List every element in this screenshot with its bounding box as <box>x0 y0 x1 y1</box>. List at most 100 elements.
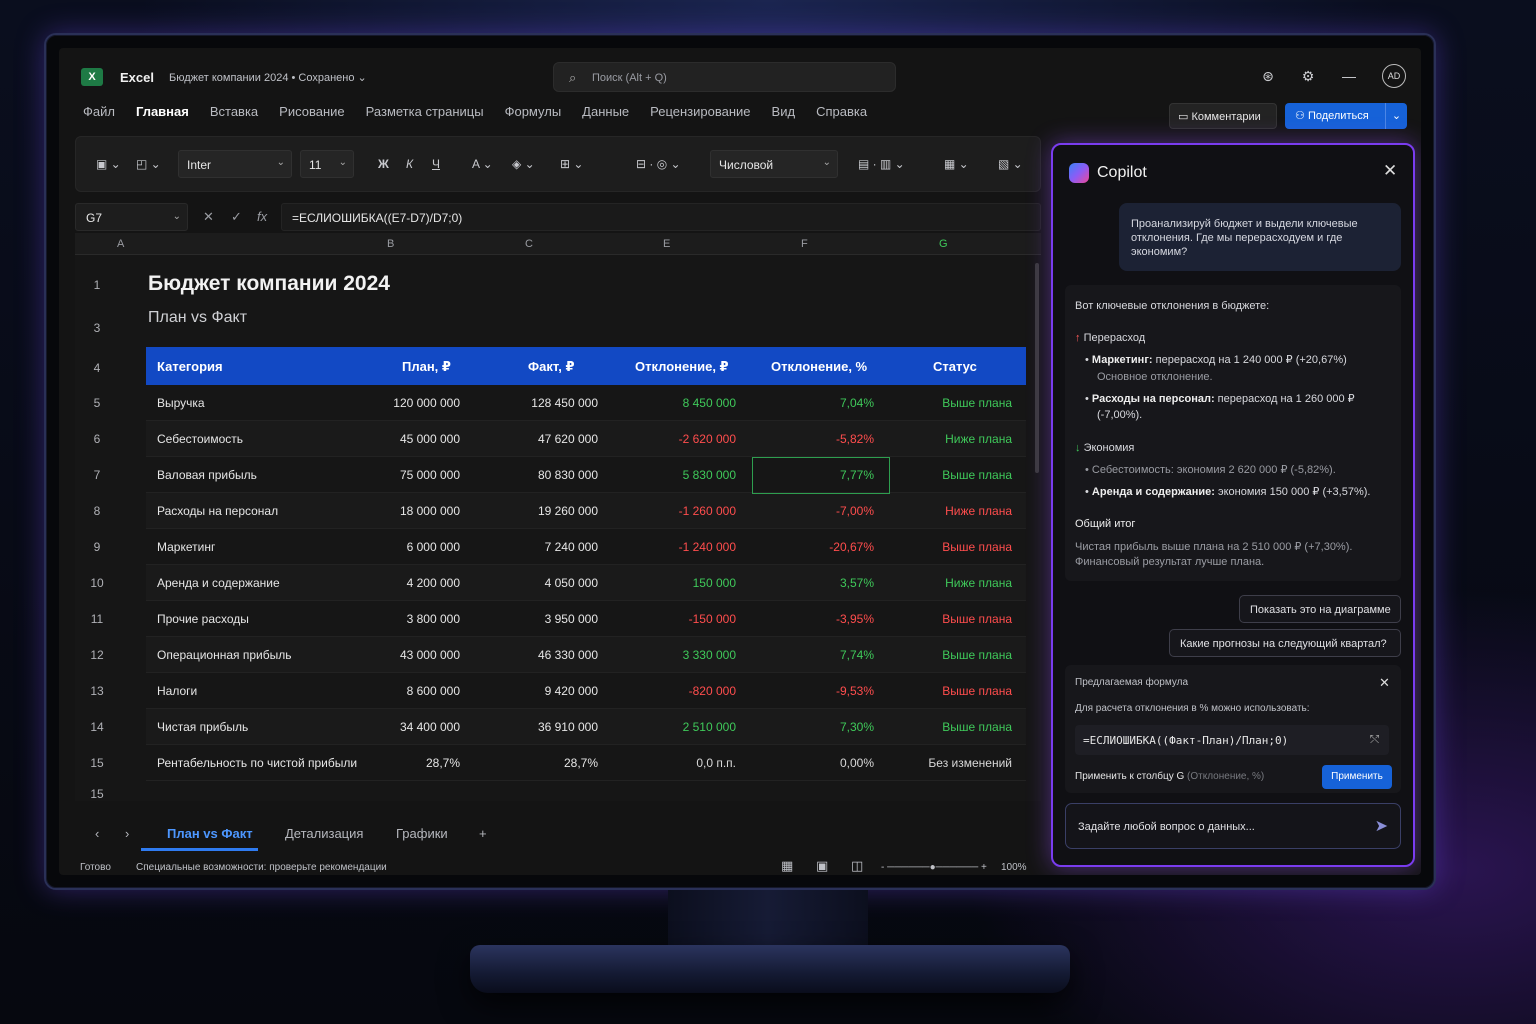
next-sheet-icon[interactable]: › <box>125 826 129 841</box>
cell-pct[interactable]: -9,53% <box>836 684 874 698</box>
cell-cat[interactable]: Чистая прибыль <box>157 720 248 734</box>
column-header-selected[interactable]: G <box>939 238 948 250</box>
page-break-view-icon[interactable]: ◫ <box>851 858 863 874</box>
cell-plan[interactable]: 6 000 000 <box>407 540 460 554</box>
font-family-select[interactable]: Inter ⌄ <box>178 150 292 178</box>
row-number[interactable]: 13 <box>75 684 119 698</box>
cell-cat[interactable]: Расходы на персонал <box>157 504 278 518</box>
cell-fact[interactable]: 128 450 000 <box>531 396 598 410</box>
row-number[interactable]: 9 <box>75 540 119 554</box>
tab-draw[interactable]: Рисование <box>279 104 344 132</box>
suggestion-show-chart[interactable]: Показать это на диаграмме <box>1239 595 1401 623</box>
cell-fact[interactable]: 7 240 000 <box>545 540 598 554</box>
cell-cat[interactable]: Себестоимость <box>157 432 243 446</box>
tab-insert[interactable]: Вставка <box>210 104 258 132</box>
cell-fact[interactable]: 4 050 000 <box>545 576 598 590</box>
cell-cat[interactable]: Валовая прибыль <box>157 468 257 482</box>
cell-fact[interactable]: 36 910 000 <box>538 720 598 734</box>
sheet-subtitle[interactable]: План vs Факт <box>148 309 247 327</box>
selected-cell-G7[interactable] <box>752 457 890 494</box>
row-number[interactable]: 5 <box>75 396 119 410</box>
settings-gear-icon[interactable]: ⚙ <box>1297 68 1319 88</box>
zoom-level[interactable]: 100% <box>1001 862 1027 873</box>
confirm-check-icon[interactable]: ✓ <box>231 209 242 225</box>
cell-dev[interactable]: 150 000 <box>693 576 736 590</box>
row-number[interactable]: 11 <box>75 612 119 626</box>
cell-dev[interactable]: -150 000 <box>689 612 736 626</box>
cell-plan[interactable]: 34 400 000 <box>400 720 460 734</box>
cell-status[interactable]: Выше плана <box>942 648 1012 662</box>
cell-plan[interactable]: 3 800 000 <box>407 612 460 626</box>
cell-status[interactable]: Выше плана <box>942 540 1012 554</box>
cancel-icon[interactable]: ✕ <box>203 209 214 225</box>
tab-help[interactable]: Справка <box>816 104 867 132</box>
column-header[interactable]: C <box>525 238 533 250</box>
sheet-tab-details[interactable]: Детализация <box>285 826 363 841</box>
cell-cat[interactable]: Налоги <box>157 684 197 698</box>
row-number[interactable]: 10 <box>75 576 119 590</box>
cell-plan[interactable]: 4 200 000 <box>407 576 460 590</box>
send-icon[interactable]: ➤ <box>1375 816 1388 836</box>
cell-dev[interactable]: -1 240 000 <box>679 540 736 554</box>
cell-fact[interactable]: 19 260 000 <box>538 504 598 518</box>
cell-dev[interactable]: -820 000 <box>689 684 736 698</box>
column-header[interactable]: F <box>801 238 808 250</box>
tab-home[interactable]: Главная <box>136 104 189 132</box>
editing-icon[interactable]: ▧ ⌄ <box>998 157 1023 171</box>
zoom-slider[interactable]: - ──────●────── + <box>881 862 987 873</box>
clipboard-icon[interactable]: ◰ ⌄ <box>136 157 161 171</box>
cell-status[interactable]: Ниже плана <box>945 504 1012 518</box>
tab-review[interactable]: Рецензирование <box>650 104 750 132</box>
number-format-select[interactable]: Числовой ⌄ <box>710 150 838 178</box>
cell-cat[interactable]: Маркетинг <box>157 540 215 554</box>
name-box[interactable]: G7 ⌄ <box>75 203 188 231</box>
borders-icon[interactable]: ⊞ ⌄ <box>560 157 583 171</box>
bold-button[interactable]: Ж <box>378 157 389 171</box>
column-header[interactable]: B <box>387 238 394 250</box>
row-number[interactable]: 14 <box>75 720 119 734</box>
cell-plan[interactable]: 43 000 000 <box>400 648 460 662</box>
copilot-toggle-icon[interactable]: ⊛ <box>1257 68 1279 88</box>
cell-plan[interactable]: 75 000 000 <box>400 468 460 482</box>
column-header[interactable]: A <box>117 238 124 250</box>
italic-button[interactable]: К <box>406 157 413 171</box>
vertical-scrollbar[interactable] <box>1035 263 1039 473</box>
row-number[interactable]: 15 <box>75 787 119 801</box>
cell-pct[interactable]: -5,82% <box>836 432 874 446</box>
column-header[interactable]: E <box>663 238 670 250</box>
row-number[interactable]: 12 <box>75 648 119 662</box>
cell-pct[interactable]: -3,95% <box>836 612 874 626</box>
cell-status[interactable]: Ниже плана <box>945 576 1012 590</box>
cell-cat[interactable]: Аренда и содержание <box>157 576 280 590</box>
cell-pct[interactable]: -7,00% <box>836 504 874 518</box>
ask-input[interactable]: Задайте любой вопрос о данных... ➤ <box>1065 803 1401 849</box>
tab-page-layout[interactable]: Разметка страницы <box>366 104 484 132</box>
cell-plan[interactable]: 18 000 000 <box>400 504 460 518</box>
comments-button[interactable]: ▭ Комментарии <box>1169 103 1277 129</box>
header-plan[interactable]: План, ₽ <box>402 359 451 375</box>
cell-dev[interactable]: 5 830 000 <box>683 468 736 482</box>
cell-cat[interactable]: Выручка <box>157 396 205 410</box>
tab-view[interactable]: Вид <box>772 104 796 132</box>
suggestion-forecast[interactable]: Какие прогнозы на следующий квартал? <box>1169 629 1401 657</box>
paste-icon[interactable]: ▣ ⌄ <box>96 157 121 171</box>
cell-status[interactable]: Ниже плана <box>945 432 1012 446</box>
cell-cat[interactable]: Рентабельность по чистой прибыли <box>157 756 357 770</box>
prev-sheet-icon[interactable]: ‹ <box>95 826 99 841</box>
tab-data[interactable]: Данные <box>582 104 629 132</box>
cell-fact[interactable]: 3 950 000 <box>545 612 598 626</box>
cell-status[interactable]: Выше плана <box>942 396 1012 410</box>
cell-dev[interactable]: 8 450 000 <box>683 396 736 410</box>
copy-icon[interactable]: ⤲ <box>1370 733 1379 747</box>
sheet-title[interactable]: Бюджет компании 2024 <box>148 272 390 296</box>
cell-pct[interactable]: 3,57% <box>840 576 874 590</box>
cell-fact[interactable]: 9 420 000 <box>545 684 598 698</box>
conditional-format-icon[interactable]: ⊟ · ◎ ⌄ <box>636 157 681 171</box>
header-deviation-rub[interactable]: Отклонение, ₽ <box>635 359 729 375</box>
search-box[interactable]: ⌕ Поиск (Alt + Q) <box>553 62 896 92</box>
add-sheet-button[interactable]: + <box>479 826 487 841</box>
share-dropdown-chevron-icon[interactable]: ⌄ <box>1385 103 1407 129</box>
cell-pct[interactable]: -20,67% <box>829 540 874 554</box>
cell-pct[interactable]: 0,00% <box>840 756 874 770</box>
formula-input[interactable]: =ЕСЛИОШИБКА((E7-D7)/D7;0) <box>281 203 1041 231</box>
